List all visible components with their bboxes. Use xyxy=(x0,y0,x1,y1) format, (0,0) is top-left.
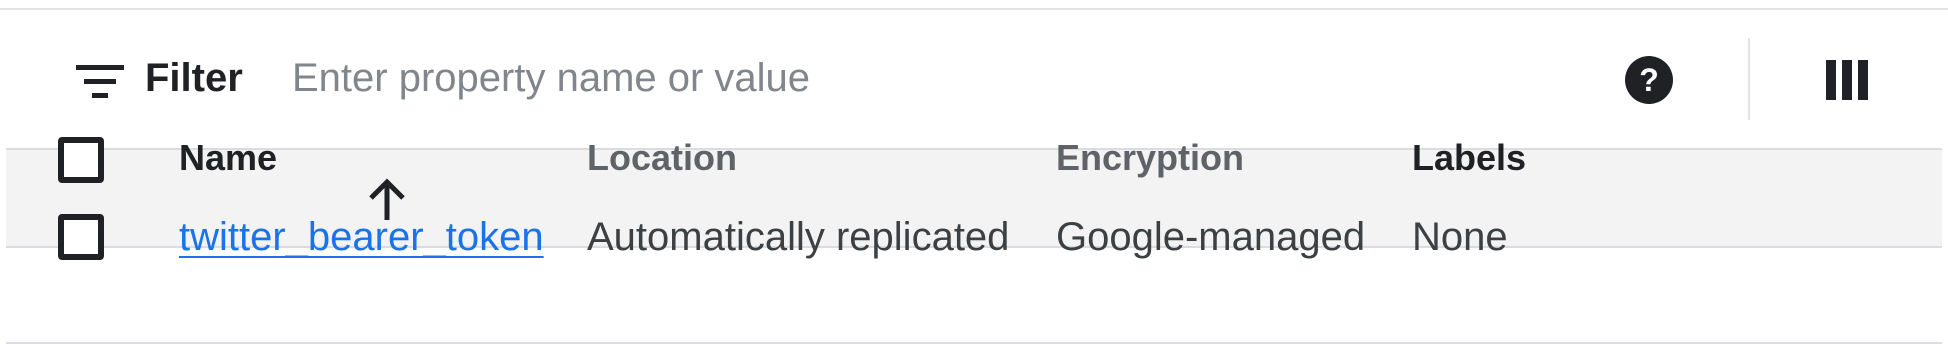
column-header-labels[interactable]: Labels xyxy=(1412,136,1526,180)
svg-text:?: ? xyxy=(1639,62,1659,98)
column-header-encryption[interactable]: Encryption xyxy=(1056,136,1244,180)
row-select-checkbox[interactable] xyxy=(58,214,104,260)
labels-cell: None xyxy=(1412,215,1508,259)
column-header-location[interactable]: Location xyxy=(587,136,737,180)
column-display-icon[interactable] xyxy=(1826,60,1868,100)
filter-label[interactable]: Filter xyxy=(145,54,243,102)
encryption-cell: Google-managed xyxy=(1056,215,1366,259)
table-row xyxy=(6,248,1942,344)
help-icon[interactable]: ? xyxy=(1624,55,1674,105)
filter-input[interactable] xyxy=(292,50,1592,106)
select-all-checkbox[interactable] xyxy=(58,137,104,183)
location-cell: Automatically replicated xyxy=(587,215,1010,259)
column-header-name[interactable]: Name xyxy=(179,136,277,180)
toolbar-divider xyxy=(1748,38,1750,120)
top-divider xyxy=(0,8,1948,10)
filter-icon[interactable] xyxy=(76,65,124,99)
secret-name-link[interactable]: twitter_bearer_token xyxy=(179,213,544,261)
